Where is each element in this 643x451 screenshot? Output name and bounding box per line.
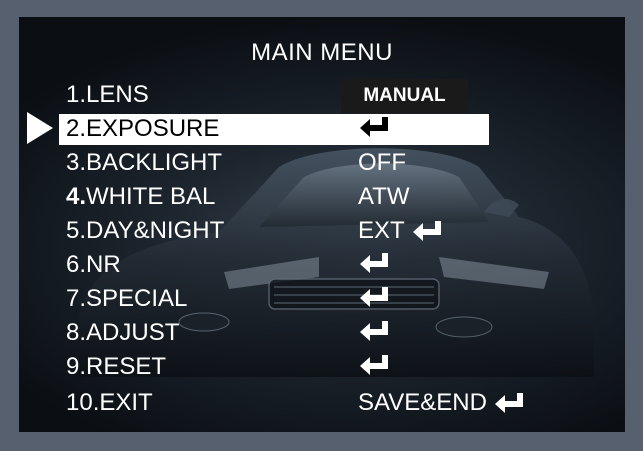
enter-return-icon[interactable] xyxy=(358,115,392,139)
menu-item-reset[interactable]: 9.RESET xyxy=(19,353,625,381)
enter-return-icon[interactable] xyxy=(358,285,392,309)
enter-return-icon[interactable] xyxy=(358,319,392,343)
enter-return-icon[interactable] xyxy=(493,391,527,415)
menu-item-label: 10.EXIT xyxy=(66,389,153,416)
menu-item-label: 8.ADJUST xyxy=(66,319,180,346)
menu-item-value: ATW xyxy=(358,183,410,210)
menu-item-value-text: EXT xyxy=(358,217,405,244)
osd-screen: MAIN MENU MANUAL 1.LENS 2.EXPOSURE 3.BAC… xyxy=(19,17,625,432)
menu-item-label: 5.DAY&NIGHT xyxy=(66,217,225,244)
menu-item-nr[interactable]: 6.NR xyxy=(19,251,625,279)
menu-item-adjust[interactable]: 8.ADJUST xyxy=(19,319,625,347)
menu-item-label: 4.WHITE BAL xyxy=(66,183,215,211)
menu-item-backlight[interactable]: 3.BACKLIGHT OFF xyxy=(19,149,625,177)
menu-item-value xyxy=(358,285,392,309)
monitor-frame: MAIN MENU MANUAL 1.LENS 2.EXPOSURE 3.BAC… xyxy=(0,0,643,451)
menu-item-value: OFF xyxy=(358,149,406,176)
menu-item-value: EXT xyxy=(358,217,445,245)
menu-item-value xyxy=(358,353,392,377)
menu-item-exposure[interactable]: 2.EXPOSURE xyxy=(19,114,625,145)
menu-item-day-night[interactable]: 5.DAY&NIGHT EXT xyxy=(19,217,625,245)
menu-item-label: 6.NR xyxy=(66,251,121,278)
menu-item-label: 3.BACKLIGHT xyxy=(66,149,223,176)
menu-item-special[interactable]: 7.SPECIAL xyxy=(19,285,625,313)
menu-item-label: 7.SPECIAL xyxy=(66,285,188,312)
enter-return-icon[interactable] xyxy=(411,219,445,243)
menu-item-label: 1.LENS xyxy=(66,81,149,108)
menu-item-label: 2.EXPOSURE xyxy=(66,115,220,142)
menu-item-value xyxy=(358,115,392,139)
menu-item-value xyxy=(358,251,392,275)
menu-item-value-text: SAVE&END xyxy=(358,389,487,416)
menu-item-lens[interactable]: 1.LENS xyxy=(19,81,625,109)
enter-return-icon[interactable] xyxy=(358,251,392,275)
menu-item-text: WHITE BAL xyxy=(86,183,216,210)
menu-item-value: SAVE&END xyxy=(358,389,527,417)
menu-item-number: 4. xyxy=(66,183,87,210)
menu-item-label: 9.RESET xyxy=(66,353,167,380)
menu-item-exit[interactable]: 10.EXIT SAVE&END xyxy=(19,389,625,417)
menu-item-white-bal[interactable]: 4.WHITE BAL ATW xyxy=(19,183,625,211)
menu-item-value xyxy=(358,319,392,343)
menu-title: MAIN MENU xyxy=(251,39,393,66)
enter-return-icon[interactable] xyxy=(358,353,392,377)
